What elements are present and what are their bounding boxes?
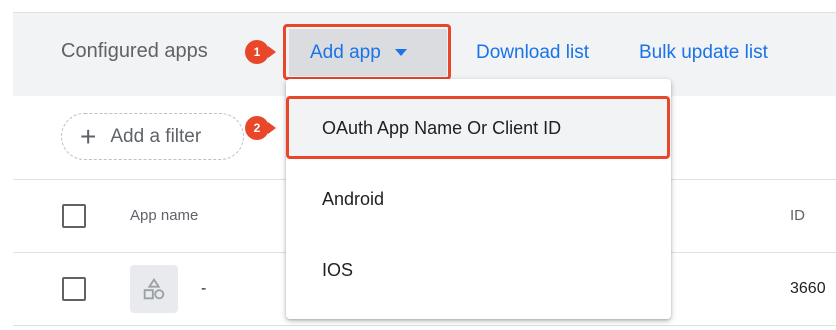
plus-icon: +: [80, 120, 97, 152]
shapes-icon-svg: [143, 277, 165, 300]
page-title: Configured apps: [61, 40, 208, 62]
add-filter-chip[interactable]: + Add a filter: [61, 113, 244, 160]
shapes-icon: [130, 265, 178, 313]
menu-item-android[interactable]: Android: [286, 170, 671, 228]
bulk-update-list-link[interactable]: Bulk update list: [639, 42, 768, 64]
step-badge-1: 1: [245, 40, 276, 64]
row-id: 3660: [790, 280, 826, 297]
column-header-id[interactable]: ID: [790, 207, 805, 224]
add-app-highlight: [283, 24, 451, 80]
download-list-link[interactable]: Download list: [476, 42, 589, 64]
menu-item-highlight: [286, 96, 670, 159]
menu-item-ios[interactable]: IOS: [286, 241, 671, 299]
menu-item-ios-label: IOS: [322, 259, 354, 280]
column-header-app-name[interactable]: App name: [130, 207, 198, 224]
menu-item-android-label: Android: [322, 188, 385, 209]
add-filter-label: Add a filter: [110, 125, 202, 147]
row-checkbox[interactable]: [62, 277, 86, 301]
row-app-name: -: [201, 280, 207, 297]
step-badge-2: 2: [245, 116, 276, 140]
select-all-checkbox[interactable]: [62, 204, 86, 228]
